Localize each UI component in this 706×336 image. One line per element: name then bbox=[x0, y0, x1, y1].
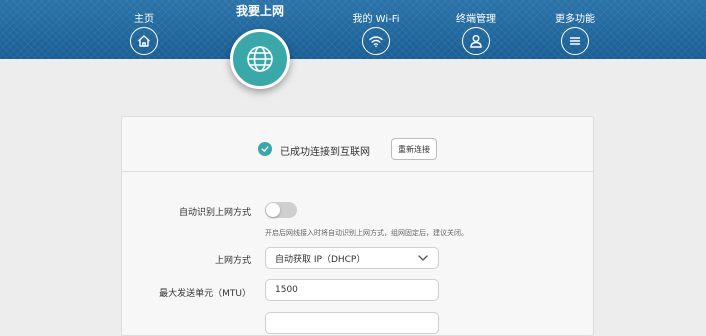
user-icon[interactable] bbox=[462, 27, 490, 55]
divider bbox=[122, 171, 593, 172]
internet-settings-panel: 已成功连接到互联网 重新连接 自动识别上网方式 开启后网线接入时将自动识别上网方… bbox=[121, 116, 594, 336]
home-icon[interactable] bbox=[130, 27, 158, 55]
next-field-input[interactable] bbox=[265, 312, 439, 334]
auto-detect-toggle[interactable] bbox=[265, 202, 297, 218]
globe-icon bbox=[247, 46, 273, 72]
wifi-icon[interactable] bbox=[362, 27, 390, 55]
nav-item-more-label[interactable]: 更多功能 bbox=[555, 10, 595, 25]
nav-item-devices-label[interactable]: 终端管理 bbox=[456, 10, 496, 25]
nav-item-wifi-label[interactable]: 我的 Wi-Fi bbox=[352, 10, 399, 25]
connection-status-text: 已成功连接到互联网 bbox=[280, 147, 370, 158]
auto-detect-label: 自动识别上网方式 bbox=[178, 208, 251, 218]
connection-method-label: 上网方式 bbox=[214, 256, 251, 266]
nav-item-internet-label[interactable]: 我要上网 bbox=[236, 2, 284, 19]
chevron-down-icon bbox=[418, 255, 428, 261]
connection-method-value: 自动获取 IP（DHCP） bbox=[275, 254, 366, 265]
nav-item-home-label[interactable]: 主页 bbox=[134, 10, 154, 25]
auto-detect-hint: 开启后网线接入时将自动识别上网方式，组网固定后，建议关闭。 bbox=[265, 229, 468, 237]
connection-method-select[interactable]: 自动获取 IP（DHCP） bbox=[265, 247, 439, 269]
mtu-label: 最大发送单元（MTU） bbox=[159, 289, 251, 299]
top-nav-bar bbox=[0, 0, 706, 59]
toggle-knob bbox=[266, 203, 280, 217]
menu-icon[interactable] bbox=[561, 27, 589, 55]
reconnect-button[interactable]: 重新连接 bbox=[391, 138, 437, 160]
mtu-input[interactable]: 1500 bbox=[265, 279, 439, 301]
nav-item-internet[interactable] bbox=[230, 29, 290, 89]
check-circle-icon bbox=[258, 142, 272, 156]
mtu-value: 1500 bbox=[275, 285, 298, 295]
